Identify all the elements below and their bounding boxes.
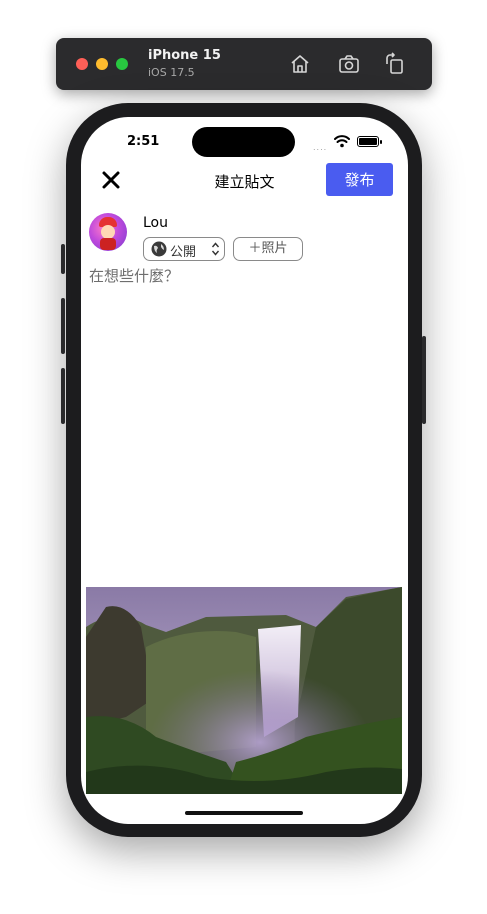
add-photo-button[interactable]: ＋照片 [233,237,303,261]
home-indicator [185,811,303,815]
privacy-label: 公開 [170,245,197,260]
attached-photo[interactable] [86,587,402,794]
rotate-icon[interactable] [383,52,407,76]
status-time: 2:51 [127,134,160,149]
volume-down-button [61,368,65,424]
device-name: iPhone 15 [148,48,221,63]
publish-button[interactable]: 發布 [326,163,393,196]
chevron-up-down-icon [211,240,220,258]
os-version: iOS 17.5 [148,66,195,79]
signal-icon: .... [313,143,328,152]
avatar [89,213,127,251]
globe-icon [151,241,167,257]
phone-screen: 2:51 .... 建立貼文 發布 Lou 公開 ＋照片 在想些什麼？ [81,117,408,824]
dynamic-island [192,127,295,157]
zoom-window-button[interactable] [116,58,128,70]
camera-icon[interactable] [337,52,361,76]
post-text-input[interactable] [89,265,399,585]
simulator-toolbar: iPhone 15 iOS 17.5 [56,38,432,90]
action-button [61,244,65,274]
author-name: Lou [143,215,168,231]
minimize-window-button[interactable] [96,58,108,70]
power-button [422,336,426,424]
volume-up-button [61,298,65,354]
home-icon[interactable] [288,52,312,76]
battery-icon [357,136,382,147]
close-window-button[interactable] [76,58,88,70]
wifi-icon [334,133,350,148]
privacy-select[interactable]: 公開 [143,237,225,261]
